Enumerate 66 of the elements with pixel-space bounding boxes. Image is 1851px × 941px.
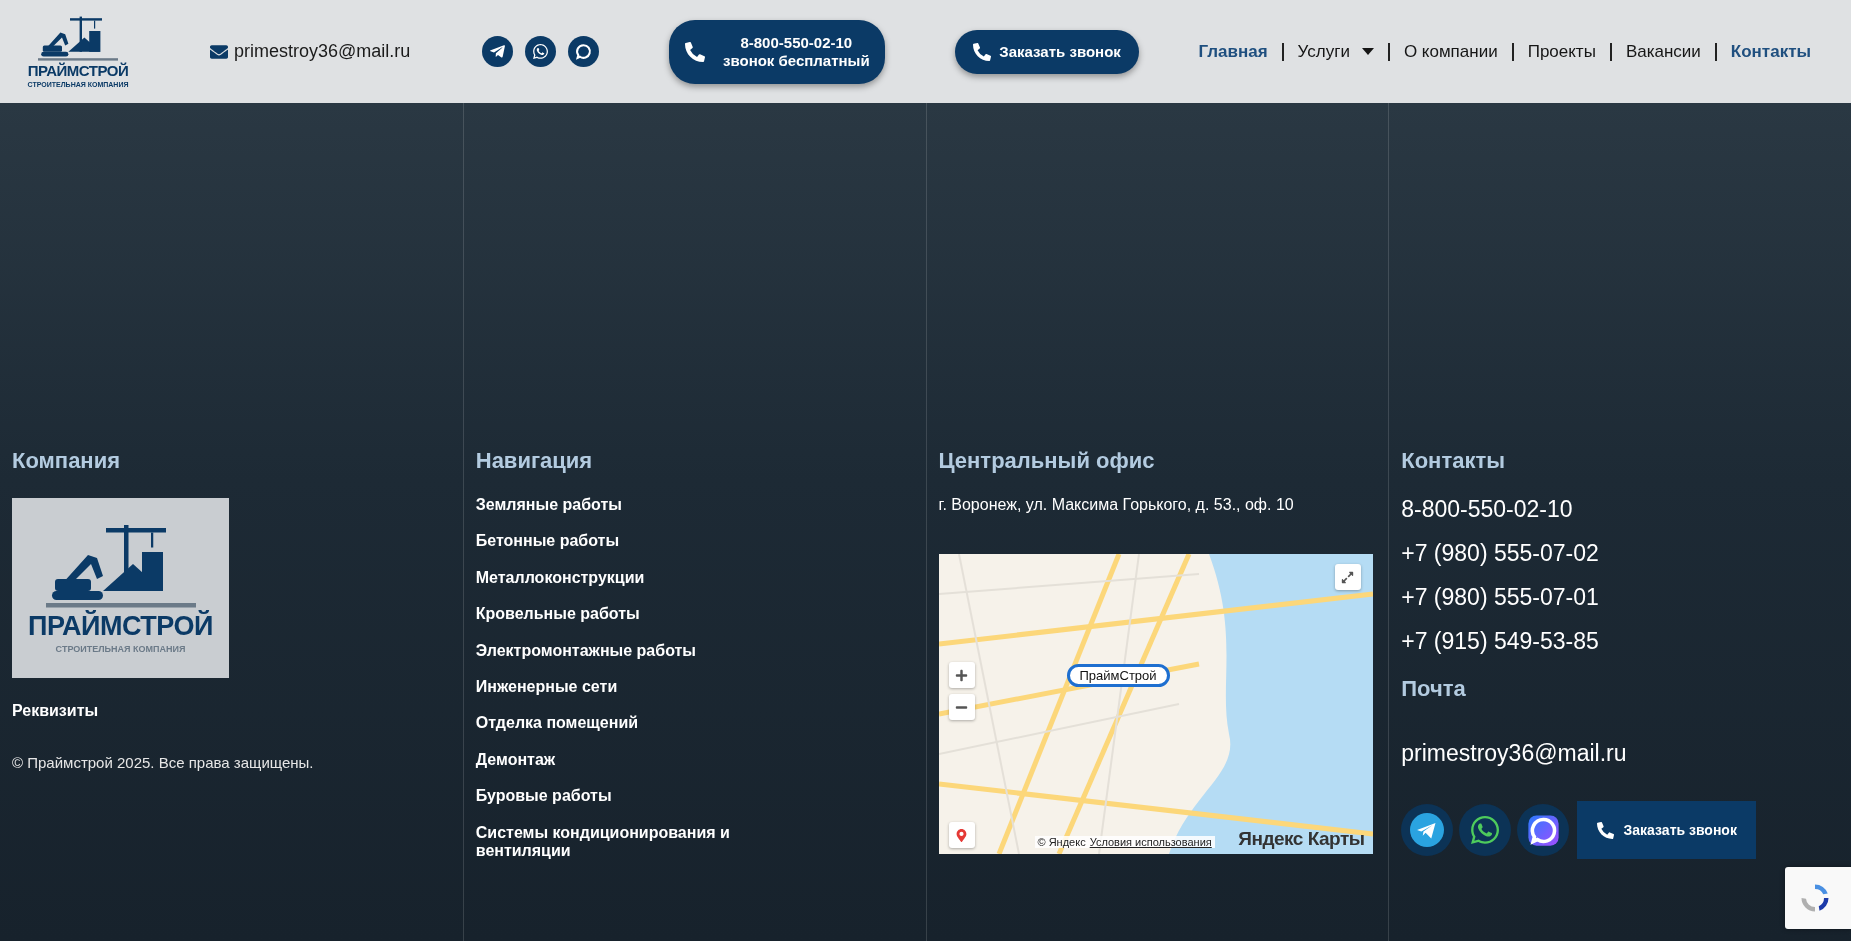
zoom-in-button[interactable] — [948, 662, 975, 688]
telegram-button[interactable] — [1401, 804, 1454, 856]
column-heading: Контакты — [1401, 448, 1505, 474]
column-heading: Навигация — [475, 448, 593, 474]
footer-nav-link[interactable]: Отделка помещений — [475, 714, 766, 733]
chat-bubble-icon — [1526, 813, 1560, 847]
copyright-text: © Праймстрой 2025. Все права защищены. — [12, 754, 314, 772]
paper-plane-icon — [1410, 813, 1445, 847]
footer-nav-link[interactable]: Кровельные работы — [475, 605, 766, 624]
whatsapp-button[interactable] — [1459, 804, 1512, 856]
footer-nav-link[interactable]: Инженерные сети — [475, 677, 766, 697]
terms-link[interactable]: Условия использования — [1089, 836, 1212, 848]
footer-nav-link[interactable]: Бетонные работы — [475, 532, 766, 551]
logo-name: ПРАЙМСТРОЙ — [27, 62, 129, 79]
expand-icon — [1341, 570, 1354, 584]
footer-nav-link[interactable]: Земляные работы — [475, 496, 766, 515]
phone-link[interactable]: +7 (980) 555-07-01 — [1401, 584, 1599, 611]
column-heading: Компания — [12, 448, 121, 474]
logo-tagline: СТРОИТЕЛЬНАЯ КОМПАНИЯ — [55, 643, 186, 654]
fullscreen-button[interactable] — [1334, 564, 1361, 590]
phone-bubble-icon — [1469, 814, 1502, 846]
phone-button[interactable]: 8-800-550-02-10 звонок бесплатный — [669, 19, 886, 84]
captcha-badge[interactable] — [1785, 867, 1851, 929]
phone-link[interactable]: +7 (915) 549-53-85 — [1401, 628, 1599, 655]
callback-button[interactable]: Заказать звонок — [955, 29, 1139, 74]
phone-link[interactable]: +7 (980) 555-07-02 — [1401, 540, 1599, 567]
paper-plane-icon — [489, 43, 507, 60]
nav-link[interactable]: О компании — [1403, 41, 1498, 62]
phone-icon — [1596, 821, 1614, 839]
phone-icon — [685, 41, 705, 62]
footer-nav-link[interactable]: Буровые работы — [475, 787, 766, 806]
nav-link[interactable]: Вакансии — [1625, 41, 1701, 62]
nav-link[interactable]: Услуги — [1297, 41, 1374, 62]
logo-name: ПРАЙМСТРОЙ — [28, 612, 213, 641]
footer-nav-link[interactable]: Электромонтажные работы — [475, 641, 766, 660]
footer-nav-link[interactable]: Демонтаж — [475, 750, 766, 770]
envelope-icon — [210, 42, 228, 61]
nav-link[interactable]: Проекты — [1527, 41, 1596, 62]
office-address: г. Воронеж, ул. Максима Горького, д. 53., оф. 10 — [938, 496, 1294, 514]
map-pin-icon — [955, 828, 968, 842]
crane-building-excavator-icon — [38, 14, 118, 63]
map-brand: Яндекс Карты — [1238, 828, 1365, 850]
map-copyright: © Яндекс — [1037, 836, 1086, 848]
email-link[interactable]: primestroy36@mail.ru — [210, 41, 411, 62]
nav-link[interactable]: Главная — [1198, 41, 1268, 62]
footer-nav-link[interactable]: Системы кондиционирования и вентиляции — [475, 823, 766, 861]
email-link[interactable]: primestroy36@mail.ru — [1401, 740, 1627, 767]
requisites-link[interactable]: Реквизиты — [12, 702, 99, 721]
column-heading: Почта — [1401, 676, 1466, 702]
footer-nav-link[interactable]: Металлоконструкции — [475, 568, 766, 588]
map-placemark[interactable]: ПраймСтрой — [1066, 664, 1170, 687]
messenger-button[interactable] — [1517, 804, 1570, 856]
whatsapp-button[interactable] — [525, 36, 557, 67]
callback-button[interactable]: Заказать звонок — [1577, 801, 1757, 859]
plus-icon — [955, 668, 968, 682]
messenger-button[interactable] — [568, 36, 600, 67]
map-view[interactable]: ПраймСтрой © Яндекс Условия использования Яндекс Карты — [938, 554, 1373, 854]
zoom-out-button[interactable] — [948, 694, 975, 720]
telegram-button[interactable] — [482, 36, 514, 67]
phone-link[interactable]: 8-800-550-02-10 — [1401, 496, 1573, 523]
phone-icon — [973, 42, 992, 61]
nav-link[interactable]: Контакты — [1730, 41, 1811, 62]
chat-bubble-icon — [574, 42, 594, 61]
location-button[interactable] — [948, 822, 975, 848]
phone-bubble-icon — [532, 43, 550, 60]
column-heading: Центральный офис — [938, 448, 1155, 474]
